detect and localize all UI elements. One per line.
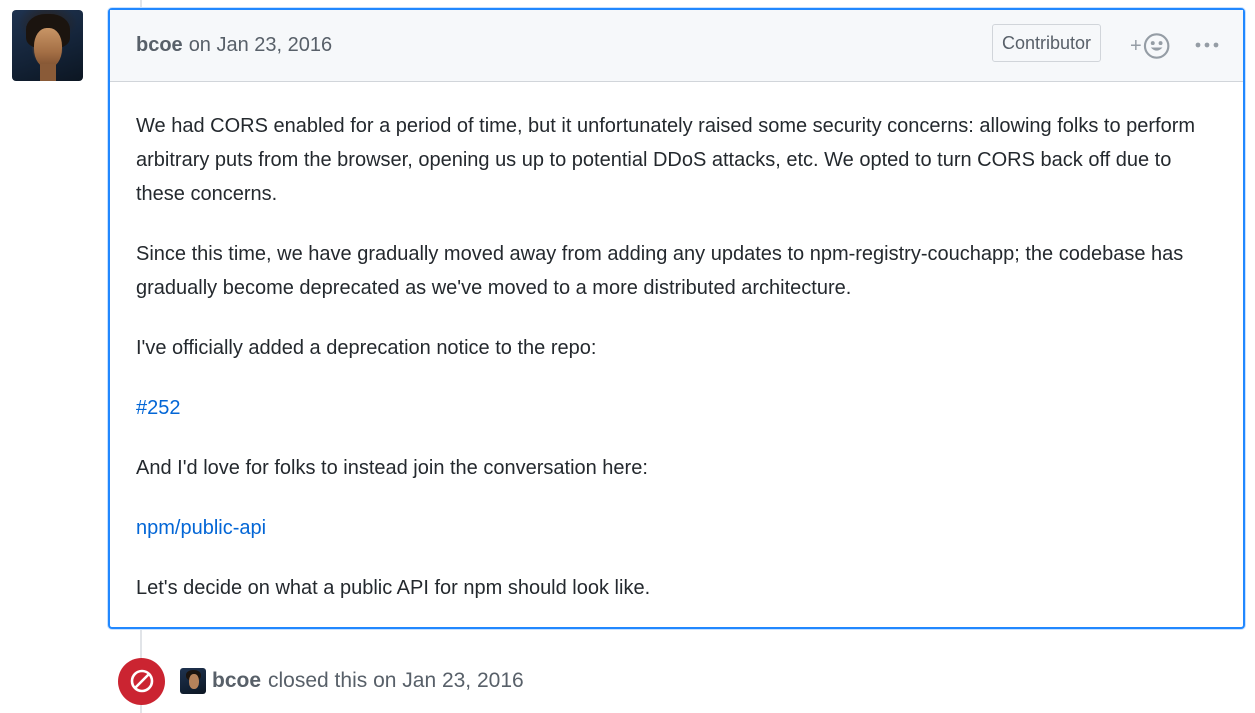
comment-paragraph: Let's decide on what a public API for np… [136, 577, 651, 599]
author-avatar[interactable] [12, 10, 83, 81]
comment-timestamp[interactable]: on Jan 23, 2016 [189, 34, 332, 57]
comment-body: We had CORS enabled for a period of time… [110, 82, 1243, 605]
event-author-avatar[interactable] [180, 668, 206, 694]
repo-link-public-api[interactable]: npm/public-api [136, 517, 266, 539]
comment-box: bcoe on Jan 23, 2016 Contributor + We ha… [108, 8, 1245, 629]
add-reaction-button[interactable]: + [1130, 32, 1170, 60]
comment-paragraph: And I'd love for folks to instead join t… [136, 457, 648, 479]
issue-link-252[interactable]: #252 [136, 397, 181, 419]
avatar-face [34, 28, 62, 68]
comment-author-link[interactable]: bcoe [136, 34, 183, 57]
smiley-icon [1143, 33, 1170, 59]
contributor-badge: Contributor [992, 24, 1102, 62]
closed-status-badge [118, 657, 165, 705]
comment-paragraph: Since this time, we have gradually moved… [136, 243, 1184, 299]
comment-paragraph: We had CORS enabled for a period of time… [136, 115, 1196, 205]
kebab-horizontal-icon [1195, 42, 1219, 48]
comment-paragraph: I've officially added a deprecation noti… [136, 337, 597, 359]
comment-options-button[interactable] [1194, 34, 1220, 56]
event-description: closed this on Jan 23, 2016 [268, 669, 524, 692]
avatar-face [189, 674, 199, 689]
plus-glyph: + [1130, 35, 1142, 57]
event-author-link[interactable]: bcoe [212, 669, 261, 693]
avatar-neck [40, 64, 56, 81]
circle-slash-icon [130, 669, 153, 693]
closed-event: bcoe closed this on Jan 23, 2016 [118, 656, 524, 706]
comment-header: bcoe on Jan 23, 2016 Contributor + [110, 10, 1243, 82]
